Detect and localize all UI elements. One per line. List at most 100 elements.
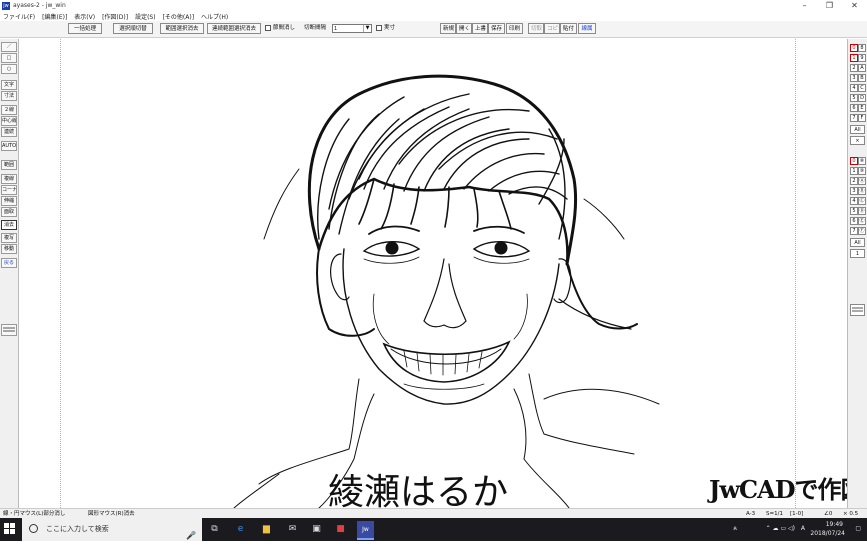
auto-mode-button[interactable]: AUTO [1, 141, 17, 151]
line-attribute-button[interactable]: 線属 [578, 23, 596, 34]
group-b-button[interactable]: Ⓑ [858, 187, 866, 195]
group-a-button[interactable]: Ⓐ [858, 177, 866, 185]
windows-start-icon[interactable] [4, 523, 16, 535]
layer-close-icon[interactable]: × [850, 136, 865, 145]
batch-process-button[interactable]: 一括処理 [68, 23, 102, 34]
group-6-button[interactable]: 6 [850, 217, 858, 225]
right-splitter-handle[interactable] [850, 304, 865, 316]
edge-icon[interactable]: e [232, 521, 249, 538]
group-4-button[interactable]: 4 [850, 197, 858, 205]
move-tool[interactable]: 移動 [1, 244, 17, 254]
minimize-icon[interactable]: – [792, 0, 817, 11]
group-2-button[interactable]: 2 [850, 177, 858, 185]
group-e-button[interactable]: Ⓔ [858, 217, 866, 225]
menu-file[interactable]: ファイル(F) [3, 12, 35, 21]
offset-line-tool[interactable]: 複線 [1, 174, 17, 184]
maximize-icon[interactable]: ❐ [817, 0, 842, 11]
continuous-line-tool[interactable]: 連続 [1, 127, 17, 137]
layer-8-button[interactable]: 8 [858, 44, 866, 52]
corner-tool[interactable]: コーナー [1, 185, 17, 195]
taskbar-search[interactable]: ここに入力して検索 🎤 [22, 518, 202, 541]
continuous-range-delete-button[interactable]: 連続範囲選択消去 [207, 23, 261, 34]
paste-button[interactable]: 貼付 [560, 23, 577, 34]
open-button[interactable]: 開く [456, 23, 472, 34]
layer-4-button[interactable]: 4 [850, 84, 858, 92]
chamfer-tool[interactable]: 面取 [1, 207, 17, 217]
stretch-tool[interactable]: 伸縮 [1, 196, 17, 206]
group-all-button[interactable]: All [850, 238, 865, 247]
jwcad-taskbar-icon[interactable]: Jw [357, 521, 374, 540]
menu-draw[interactable]: [作図(D)] [102, 12, 128, 21]
range-select-delete-button[interactable]: 範囲選択消去 [160, 23, 204, 34]
ime-indicator[interactable]: A [801, 525, 805, 532]
notification-icon[interactable]: ▢ [855, 525, 861, 532]
layer-1-button[interactable]: 1 [850, 54, 858, 62]
node-erase-checkbox[interactable] [265, 25, 271, 31]
new-button[interactable]: 新規 [440, 23, 456, 34]
menu-edit[interactable]: [編集(E)] [42, 12, 67, 21]
group-7-button[interactable]: 7 [850, 227, 858, 235]
group-3-button[interactable]: 3 [850, 187, 858, 195]
print-button[interactable]: 印刷 [506, 23, 523, 34]
tray-icons[interactable]: ⌃ ☁ ▭ ◁) [766, 525, 795, 532]
file-explorer-icon[interactable]: ▆ [258, 521, 275, 538]
range-tool[interactable]: 範囲 [1, 160, 17, 170]
line-tool[interactable]: ／ [1, 42, 17, 52]
layer-2-button[interactable]: 2 [850, 64, 858, 72]
group-0-button[interactable]: 0 [850, 157, 858, 165]
center-line-tool[interactable]: 中心線 [1, 116, 17, 126]
layer-3-button[interactable]: 3 [850, 74, 858, 82]
layer-all-button[interactable]: All [850, 125, 865, 134]
people-icon[interactable]: ጰ [733, 525, 737, 533]
group-d-button[interactable]: Ⓓ [858, 207, 866, 215]
layer-c-button[interactable]: C [858, 84, 866, 92]
copy-button[interactable]: コピー [544, 23, 560, 34]
group-f-button[interactable]: Ⓕ [858, 227, 866, 235]
erase-tool[interactable]: 消去 [1, 220, 17, 230]
drawing-canvas[interactable]: 綾瀬はるか JwCADで作図 [19, 39, 847, 508]
clock-date[interactable]: 2018/07/24 [810, 530, 845, 537]
close-icon[interactable]: ✕ [842, 0, 867, 11]
menu-help[interactable]: ヘルプ(H) [201, 12, 228, 21]
group-1-button[interactable]: 1 [850, 167, 858, 175]
menu-settings[interactable]: 設定(S) [135, 12, 156, 21]
menu-other[interactable]: [その他(A)] [163, 12, 194, 21]
layer-e-button[interactable]: E [858, 104, 866, 112]
microphone-icon[interactable]: 🎤 [186, 524, 196, 547]
layer-5-button[interactable]: 5 [850, 94, 858, 102]
menu-view[interactable]: 表示(V) [74, 12, 95, 21]
copy-tool[interactable]: 複写 [1, 233, 17, 243]
layer-d-button[interactable]: D [858, 94, 866, 102]
layer-a-button[interactable]: A [858, 64, 866, 72]
group-c-button[interactable]: Ⓒ [858, 197, 866, 205]
layer-7-button[interactable]: 7 [850, 114, 858, 122]
undo-button[interactable]: 戻る [1, 258, 17, 268]
cut-button[interactable]: 切取 [528, 23, 544, 34]
dimension-tool[interactable]: 寸法 [1, 91, 17, 101]
app-icon-red[interactable]: ■ [332, 521, 349, 538]
layer-6-button[interactable]: 6 [850, 104, 858, 112]
group-5-button[interactable]: 5 [850, 207, 858, 215]
overwrite-button[interactable]: 上書 [472, 23, 488, 34]
cut-interval-label: 切断間隔 [304, 25, 327, 31]
circle-tool[interactable]: ○ [1, 64, 17, 74]
clock-time[interactable]: 19:49 [826, 521, 843, 528]
left-splitter-handle[interactable] [1, 324, 17, 336]
text-tool[interactable]: 文字 [1, 80, 17, 90]
rectangle-tool[interactable]: □ [1, 53, 17, 63]
group-9-button[interactable]: ⑨ [858, 167, 866, 175]
select-order-switch-button[interactable]: 選択順切替 [113, 23, 153, 34]
group-8-button[interactable]: ⑧ [858, 157, 866, 165]
task-view-icon[interactable]: ⧉ [206, 521, 223, 538]
layer-0-button[interactable]: 0 [850, 44, 858, 52]
save-button[interactable]: 保存 [488, 23, 505, 34]
cut-interval-select[interactable]: 1 ▼ [332, 24, 372, 33]
layer-b-button[interactable]: B [858, 74, 866, 82]
store-icon[interactable]: ▣ [308, 521, 325, 538]
layer-9-button[interactable]: 9 [858, 54, 866, 62]
actual-size-checkbox[interactable] [376, 25, 382, 31]
mail-icon[interactable]: ✉ [284, 521, 301, 538]
layer-f-button[interactable]: F [858, 114, 866, 122]
group-one-button[interactable]: 1 [850, 249, 865, 258]
double-line-tool[interactable]: ２線 [1, 105, 17, 115]
